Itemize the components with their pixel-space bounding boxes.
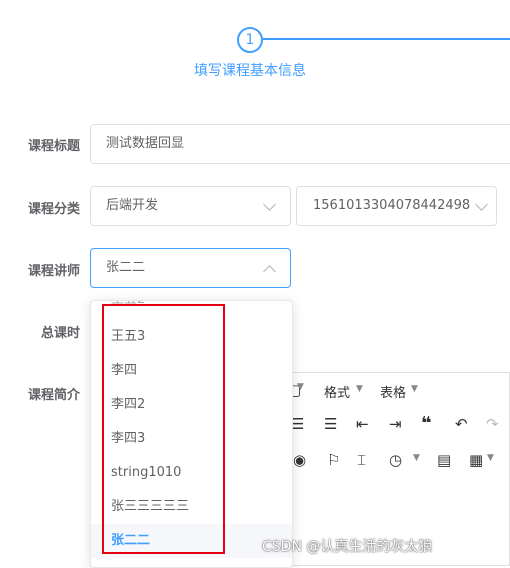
step-progress-line — [263, 38, 510, 40]
highlight-box — [102, 304, 225, 554]
watermark: CSDN @认真生活的灰太狼 — [262, 539, 433, 555]
category-primary-select[interactable]: 后端开发 — [90, 186, 291, 226]
step-1-title: 填写课程基本信息 — [194, 63, 306, 79]
outdent-icon[interactable]: ⇤ — [356, 415, 369, 433]
teacher-select[interactable]: 张二二 — [90, 248, 291, 288]
table-grid-icon[interactable]: ▦ — [469, 451, 483, 469]
course-title-label: 课程标题 — [27, 139, 80, 154]
chevron-down-icon — [475, 198, 488, 211]
blockquote-icon[interactable]: ❝ — [421, 413, 432, 434]
caret-down-icon: ▼ — [356, 384, 363, 394]
teacher-select-value: 张二二 — [106, 260, 146, 275]
bookmark-icon[interactable]: ⚐ — [327, 451, 340, 469]
total-hours-label: 总课时 — [40, 326, 80, 341]
indent-icon[interactable]: ⇥ — [389, 415, 402, 433]
time-icon[interactable]: ◷ — [389, 451, 402, 469]
preview-eye-icon[interactable]: ◉ — [293, 451, 306, 469]
course-intro-label: 课程简介 — [27, 388, 80, 403]
category-secondary-select[interactable]: 1561013304078442498 — [296, 186, 497, 226]
align-right-icon[interactable]: ☰ — [324, 415, 337, 433]
course-category-label: 课程分类 — [27, 202, 80, 217]
undo-icon[interactable]: ↶ — [455, 415, 468, 433]
caret-down-icon: ▼ — [413, 453, 420, 463]
course-title-input[interactable]: 测试数据回显 — [90, 124, 510, 164]
table-menu[interactable]: 表格 — [380, 382, 406, 401]
caret-down-icon: ▼ — [411, 384, 418, 394]
media-icon[interactable]: ▤ — [437, 451, 451, 469]
align-center-icon[interactable]: ☰ — [291, 415, 304, 433]
chevron-up-icon — [263, 265, 276, 278]
category-primary-value: 后端开发 — [106, 198, 159, 213]
page-break-icon[interactable]: ⌶ — [357, 451, 366, 469]
course-teacher-label: 课程讲师 — [27, 264, 80, 279]
category-secondary-value: 1561013304078442498 — [313, 198, 471, 213]
step-1-circle: 1 — [237, 27, 263, 53]
chevron-down-icon — [263, 198, 276, 211]
format-menu[interactable]: 格式 — [324, 382, 350, 401]
redo-icon[interactable]: ↷ — [486, 415, 499, 433]
caret-down-icon: ▼ — [487, 453, 494, 463]
caret-down-icon: ▼ — [297, 382, 304, 392]
